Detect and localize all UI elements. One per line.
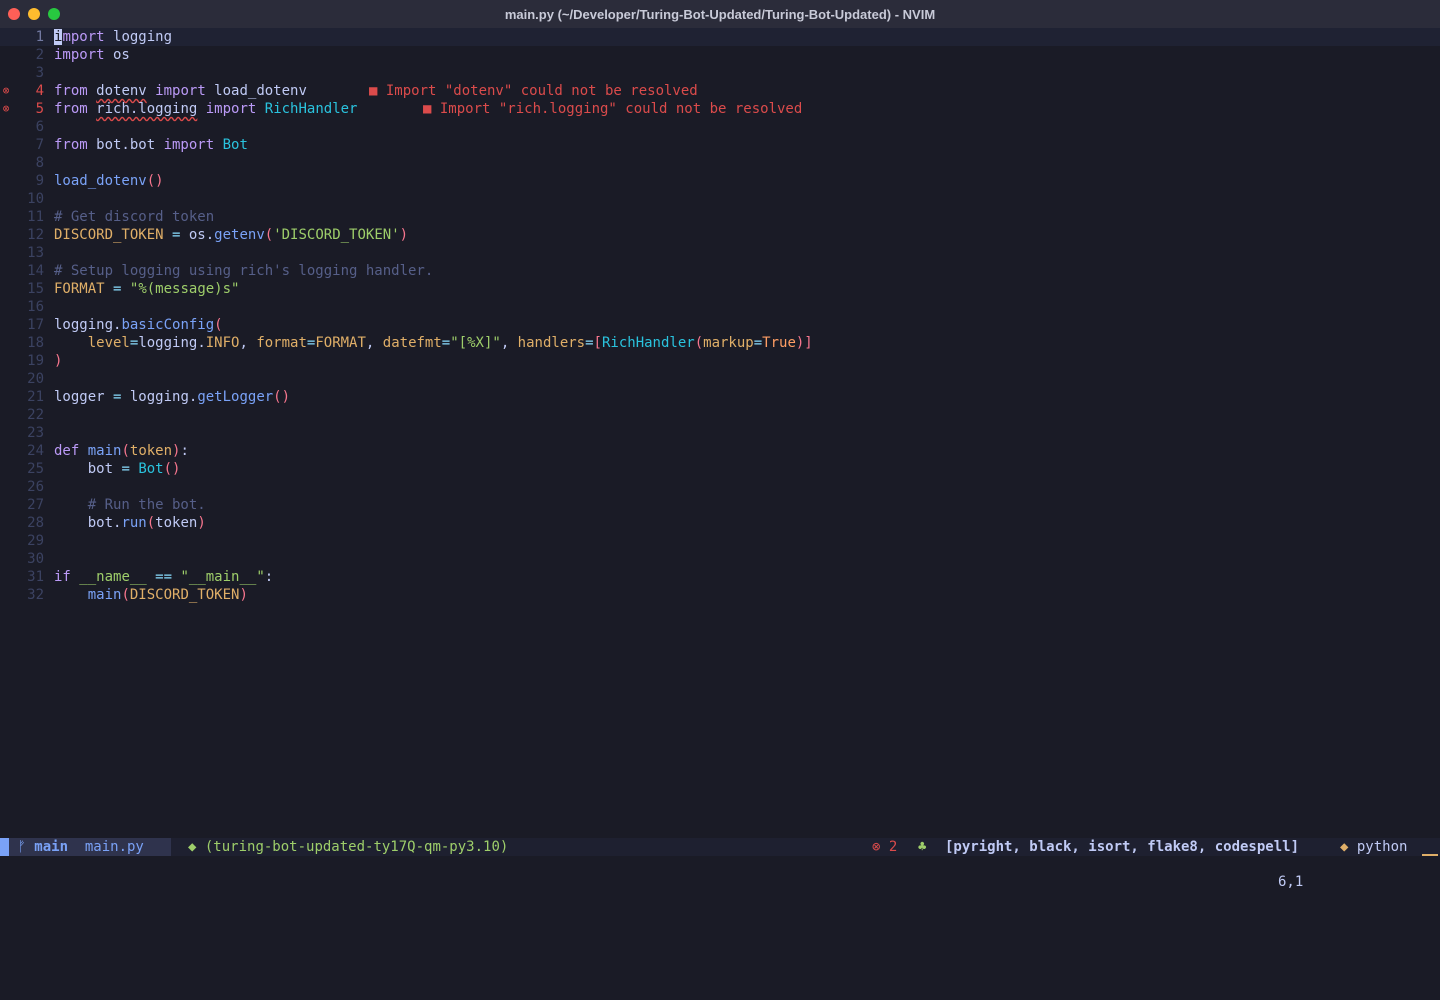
line-number: 18 (27, 335, 44, 351)
git-branch-name: main (34, 839, 68, 855)
git-branch-icon: ᚠ (17, 839, 26, 855)
diagnostic-virtual-text: ■ Import "dotenv" could not be resolved (369, 83, 698, 99)
line-number: 28 (27, 515, 44, 531)
code-line[interactable]: 9 load_dotenv() (0, 172, 1440, 190)
line-number: 19 (27, 353, 44, 369)
code-line[interactable]: ⊗ 4 from dotenv import load_dotenv ■ Imp… (0, 82, 1440, 100)
code-line[interactable]: 26 (0, 478, 1440, 496)
line-number: 12 (27, 227, 44, 243)
file-name: main.py (84, 839, 144, 855)
command-line[interactable]: 6,1 (0, 856, 1440, 900)
code-line[interactable]: 24 def main(token): (0, 442, 1440, 460)
code-line[interactable]: 19 ) (0, 352, 1440, 370)
filetype-name: python (1356, 839, 1408, 855)
code-line[interactable]: 25 bot = Bot() (0, 460, 1440, 478)
line-number: 8 (35, 155, 44, 171)
code-line[interactable]: 12 DISCORD_TOKEN = os.getenv('DISCORD_TO… (0, 226, 1440, 244)
code-line[interactable]: 10 (0, 190, 1440, 208)
line-number: 2 (35, 47, 44, 63)
maximize-window-button[interactable] (48, 8, 60, 20)
line-number: 13 (27, 245, 44, 261)
close-window-button[interactable] (8, 8, 20, 20)
window-title: main.py (~/Developer/Turing-Bot-Updated/… (504, 6, 936, 22)
virtualenv-name: (turing-bot-updated-ty17Q-qm-py3.10) (204, 839, 509, 855)
line-number: 22 (27, 407, 44, 423)
code-line[interactable]: 11 # Get discord token (0, 208, 1440, 226)
virtualenv-icon: ◆ (188, 839, 197, 855)
python-icon: ◆ (1340, 839, 1349, 855)
code-line[interactable]: 13 (0, 244, 1440, 262)
line-number: 14 (27, 263, 44, 279)
line-number: 16 (27, 299, 44, 315)
code-line[interactable]: 7 from bot.bot import Bot (0, 136, 1440, 154)
line-number: 32 (27, 587, 44, 603)
editor-buffer[interactable]: 1 import logging 2 import os 3 ⊗ 4 from … (0, 28, 1440, 604)
code-line[interactable]: 31 if __name__ == "__main__": (0, 568, 1440, 586)
line-number: 21 (27, 389, 44, 405)
line-number: 6 (35, 119, 44, 135)
line-number: 3 (35, 65, 44, 81)
line-number: 7 (35, 137, 44, 153)
error-count-segment[interactable]: ⊗ 2 (872, 838, 897, 856)
code-line[interactable]: ⊗ 5 from rich.logging import RichHandler… (0, 100, 1440, 118)
code-line[interactable]: 1 import logging (0, 28, 1440, 46)
text-cursor: i (54, 29, 63, 45)
line-number: 10 (27, 191, 44, 207)
line-number: 29 (27, 533, 44, 549)
virtualenv-segment: ◆ (turing-bot-updated-ty17Q-qm-py3.10) (188, 838, 508, 856)
line-number: 20 (27, 371, 44, 387)
error-count: 2 (888, 839, 898, 855)
line-number: 31 (27, 569, 44, 585)
code-line[interactable]: 30 (0, 550, 1440, 568)
code-line[interactable]: 2 import os (0, 46, 1440, 64)
mode-indicator (0, 838, 9, 856)
code-line[interactable]: 14 # Setup logging using rich's logging … (0, 262, 1440, 280)
line-number: 5 (35, 101, 44, 117)
line-number: 23 (27, 425, 44, 441)
code-line[interactable]: 28 bot.run(token) (0, 514, 1440, 532)
line-number: 4 (35, 83, 44, 99)
cursor-position: 6,1 (1278, 874, 1304, 890)
lsp-clients: [pyright, black, isort, flake8, codespel… (945, 839, 1300, 855)
code-line[interactable]: 29 (0, 532, 1440, 550)
code-line[interactable]: 18 level=logging.INFO, format=FORMAT, da… (0, 334, 1440, 352)
error-sign-icon[interactable]: ⊗ (0, 100, 12, 118)
title-bar: main.py (~/Developer/Turing-Bot-Updated/… (0, 0, 1440, 29)
error-sign-icon[interactable]: ⊗ (0, 82, 12, 100)
diagnostic-virtual-text: ■ Import "rich.logging" could not be res… (423, 101, 803, 117)
line-number: 11 (27, 209, 44, 225)
line-number: 17 (27, 317, 44, 333)
code-line[interactable]: 32 main(DISCORD_TOKEN) (0, 586, 1440, 604)
line-number: 15 (27, 281, 44, 297)
line-number: 26 (27, 479, 44, 495)
line-number: 9 (35, 173, 44, 189)
line-number: 25 (27, 461, 44, 477)
code-line[interactable]: 17 logging.basicConfig( (0, 316, 1440, 334)
line-number: 24 (27, 443, 44, 459)
code-line[interactable]: 20 (0, 370, 1440, 388)
code-line[interactable]: 3 (0, 64, 1440, 82)
line-number: 27 (27, 497, 44, 513)
statusline-end-marker (1422, 838, 1438, 856)
line-number: 1 (35, 29, 44, 45)
lsp-icon: ♣ (918, 839, 927, 855)
code-line[interactable]: 6 (0, 118, 1440, 136)
filetype-segment: ◆ python (1340, 838, 1407, 856)
code-line[interactable]: 15 FORMAT = "%(message)s" (0, 280, 1440, 298)
code-line[interactable]: 16 (0, 298, 1440, 316)
error-icon: ⊗ (872, 839, 881, 855)
code-line[interactable]: 8 (0, 154, 1440, 172)
git-branch-segment: ᚠ main main.py (9, 838, 171, 856)
line-number: 30 (27, 551, 44, 567)
minimize-window-button[interactable] (28, 8, 40, 20)
code-line[interactable]: 27 # Run the bot. (0, 496, 1440, 514)
code-line[interactable]: 22 (0, 406, 1440, 424)
code-line[interactable]: 21 logger = logging.getLogger() (0, 388, 1440, 406)
status-line: ᚠ main main.py ◆ (turing-bot-updated-ty1… (0, 838, 1440, 856)
code-line[interactable]: 23 (0, 424, 1440, 442)
